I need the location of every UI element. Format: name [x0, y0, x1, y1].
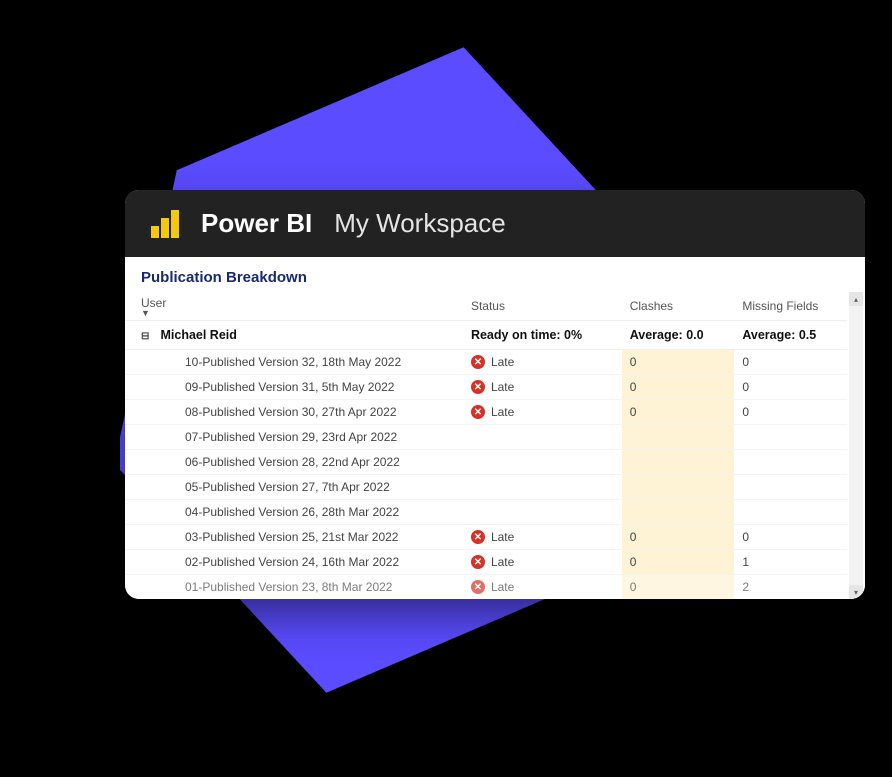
app-name: Power BI: [201, 208, 312, 239]
vertical-scrollbar[interactable]: ▴ ▾: [849, 292, 863, 599]
table-row[interactable]: 01-Published Version 23, 8th Mar 2022 ✕ L…: [125, 575, 847, 600]
group-clashes-summary: Average: 0.0: [622, 321, 735, 350]
scroll-up-icon[interactable]: ▴: [849, 292, 863, 306]
row-status: [463, 450, 622, 475]
row-name: 03-Published Version 25, 21st Mar 2022: [125, 525, 463, 550]
table-row[interactable]: 09-Published Version 31, 5th May 2022 ✕ L…: [125, 375, 847, 400]
row-clashes: [622, 450, 735, 475]
row-status: [463, 475, 622, 500]
row-clashes: 0: [622, 350, 735, 375]
row-clashes: 0: [622, 400, 735, 425]
row-status: Late: [491, 355, 514, 369]
row-clashes: [622, 475, 735, 500]
col-header-clashes[interactable]: Clashes: [622, 292, 735, 321]
scroll-down-icon[interactable]: ▾: [849, 585, 863, 599]
table-row[interactable]: 04-Published Version 26, 28th Mar 2022: [125, 500, 847, 525]
row-clashes: 0: [622, 525, 735, 550]
row-status: [463, 425, 622, 450]
error-icon: ✕: [471, 380, 485, 394]
row-name: 07-Published Version 29, 23rd Apr 2022: [125, 425, 463, 450]
row-status: Late: [491, 530, 514, 544]
row-missing: 2: [734, 575, 847, 600]
col-header-user[interactable]: User ▼: [125, 292, 463, 321]
row-name: 06-Published Version 28, 22nd Apr 2022: [125, 450, 463, 475]
row-name: 08-Published Version 30, 27th Apr 2022: [125, 400, 463, 425]
row-missing: 0: [734, 400, 847, 425]
error-icon: ✕: [471, 405, 485, 419]
report-pane: Publication Breakdown User ▼ Status Clas…: [125, 257, 865, 599]
row-missing: 0: [734, 375, 847, 400]
row-missing: 0: [734, 525, 847, 550]
powerbi-window: Power BI My Workspace Publication Breakd…: [125, 190, 865, 599]
group-missing-summary: Average: 0.5: [734, 321, 847, 350]
row-status: [463, 500, 622, 525]
title-bar: Power BI My Workspace: [125, 190, 865, 257]
workspace-name: My Workspace: [334, 208, 505, 239]
collapse-icon[interactable]: ⊟: [141, 331, 151, 342]
row-status: Late: [491, 380, 514, 394]
table-row[interactable]: 07-Published Version 29, 23rd Apr 2022: [125, 425, 847, 450]
error-icon: ✕: [471, 555, 485, 569]
col-header-missing[interactable]: Missing Fields: [734, 292, 847, 321]
row-clashes: 0: [622, 575, 735, 600]
group-status-summary: Ready on time: 0%: [463, 321, 622, 350]
table-row[interactable]: 05-Published Version 27, 7th Apr 2022: [125, 475, 847, 500]
group-name: Michael Reid: [160, 328, 236, 342]
table-row[interactable]: 08-Published Version 30, 27th Apr 2022 ✕…: [125, 400, 847, 425]
row-name: 04-Published Version 26, 28th Mar 2022: [125, 500, 463, 525]
row-status: Late: [491, 580, 514, 594]
row-name: 09-Published Version 31, 5th May 2022: [125, 375, 463, 400]
row-status: Late: [491, 405, 514, 419]
row-clashes: 0: [622, 550, 735, 575]
table-row[interactable]: 10-Published Version 32, 18th May 2022 ✕…: [125, 350, 847, 375]
table-row[interactable]: 02-Published Version 24, 16th Mar 2022 ✕…: [125, 550, 847, 575]
error-icon: ✕: [471, 530, 485, 544]
error-icon: ✕: [471, 355, 485, 369]
error-icon: ✕: [471, 580, 485, 594]
table-row[interactable]: 03-Published Version 25, 21st Mar 2022 ✕…: [125, 525, 847, 550]
sort-desc-icon: ▼: [141, 310, 455, 316]
row-name: 01-Published Version 23, 8th Mar 2022: [125, 575, 463, 600]
row-missing: [734, 450, 847, 475]
group-summary-row[interactable]: ⊟ Michael Reid Ready on time: 0% Average…: [125, 321, 847, 350]
row-clashes: [622, 425, 735, 450]
row-clashes: 0: [622, 375, 735, 400]
col-header-status[interactable]: Status: [463, 292, 622, 321]
row-missing: [734, 500, 847, 525]
row-missing: [734, 425, 847, 450]
row-missing: [734, 475, 847, 500]
row-name: 02-Published Version 24, 16th Mar 2022: [125, 550, 463, 575]
powerbi-logo-icon: [151, 210, 179, 238]
table-row[interactable]: 06-Published Version 28, 22nd Apr 2022: [125, 450, 847, 475]
publication-table: User ▼ Status Clashes Missing Fields ⊟ M…: [125, 292, 847, 599]
row-missing: 1: [734, 550, 847, 575]
row-status: Late: [491, 555, 514, 569]
row-clashes: [622, 500, 735, 525]
table-wrapper: User ▼ Status Clashes Missing Fields ⊟ M…: [125, 292, 865, 599]
row-name: 10-Published Version 32, 18th May 2022: [125, 350, 463, 375]
report-title: Publication Breakdown: [125, 269, 865, 292]
row-missing: 0: [734, 350, 847, 375]
row-name: 05-Published Version 27, 7th Apr 2022: [125, 475, 463, 500]
